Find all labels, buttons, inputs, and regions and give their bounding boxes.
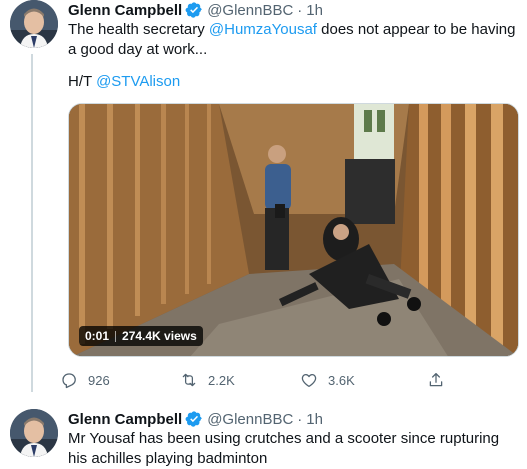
- video-stats-badge: 0:01 274.4K views: [79, 326, 203, 346]
- tweet-actions: 926 2.2K 3.6K: [60, 369, 460, 391]
- video-frame: [69, 104, 518, 356]
- like-count: 3.6K: [328, 372, 355, 388]
- retweet-icon: [182, 373, 196, 387]
- author-avatar[interactable]: [10, 0, 58, 48]
- tweet-timestamp[interactable]: 1h: [306, 2, 323, 19]
- badge-divider: [115, 330, 117, 342]
- reply-count: 926: [88, 372, 110, 388]
- tweet-header: Glenn Campbell @GlennBBC · 1h: [68, 409, 323, 429]
- header-separator: ·: [297, 1, 303, 19]
- mention-link[interactable]: @STVAlison: [96, 73, 180, 90]
- reply-icon: [62, 373, 76, 389]
- header-separator: ·: [297, 410, 303, 428]
- thread-connector-line: [31, 54, 33, 392]
- tweet-body: The health secretary @HumzaYousaf does n…: [68, 20, 518, 60]
- like-icon: [301, 373, 317, 388]
- retweet-button[interactable]: 2.2K: [180, 371, 300, 389]
- hat-tip-line: H/T @STVAlison: [68, 72, 518, 92]
- reply-button[interactable]: 926: [60, 371, 180, 389]
- tweet-timestamp[interactable]: 1h: [306, 411, 323, 428]
- author-avatar[interactable]: [10, 409, 58, 457]
- video-duration: 0:01: [85, 329, 110, 343]
- video-player[interactable]: 0:01 274.4K views: [68, 103, 519, 357]
- tweet-body: Mr Yousaf has been using crutches and a …: [68, 430, 500, 467]
- tweet-header: Glenn Campbell @GlennBBC · 1h: [68, 0, 323, 20]
- tweet-text-part: The health secretary: [68, 21, 209, 38]
- verified-badge-icon: [185, 410, 203, 428]
- hat-tip-prefix: H/T: [68, 73, 97, 90]
- video-views: 274.4K views: [122, 329, 197, 343]
- verified-badge-icon: [185, 1, 203, 19]
- author-name[interactable]: Glenn Campbell: [68, 2, 182, 19]
- share-icon: [429, 372, 443, 387]
- author-name[interactable]: Glenn Campbell: [68, 411, 182, 428]
- share-button[interactable]: [427, 371, 455, 389]
- like-button[interactable]: 3.6K: [300, 371, 420, 389]
- retweet-count: 2.2K: [208, 372, 235, 388]
- author-handle[interactable]: @GlennBBC: [207, 2, 293, 19]
- mention-link[interactable]: @HumzaYousaf: [209, 21, 317, 38]
- author-handle[interactable]: @GlennBBC: [207, 411, 293, 428]
